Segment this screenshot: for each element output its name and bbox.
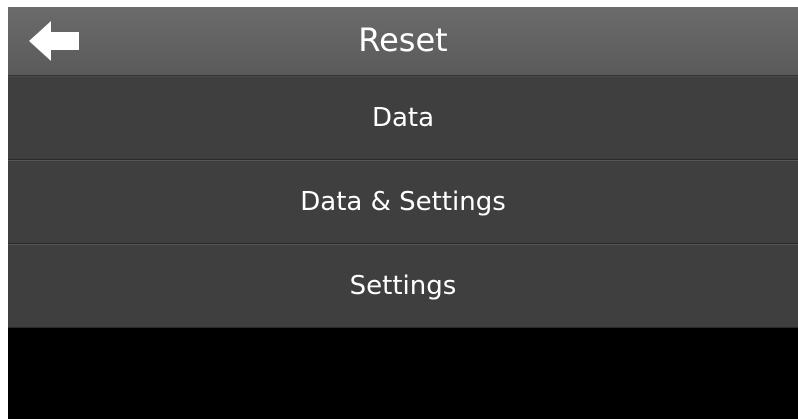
back-button[interactable] (22, 17, 86, 65)
menu-item-settings[interactable]: Settings (8, 244, 798, 328)
menu-item-label: Settings (349, 271, 457, 301)
arrow-left-icon (29, 21, 79, 61)
header-bar: Reset (8, 7, 798, 76)
reset-screen: Reset Data Data & Settings Settings (8, 7, 798, 419)
menu-item-label: Data (371, 103, 435, 133)
reset-menu: Data Data & Settings Settings (8, 76, 798, 328)
menu-item-label: Data & Settings (300, 187, 506, 217)
menu-item-data[interactable]: Data (8, 76, 798, 160)
menu-item-data-and-settings[interactable]: Data & Settings (8, 160, 798, 244)
page-title: Reset (358, 21, 448, 59)
